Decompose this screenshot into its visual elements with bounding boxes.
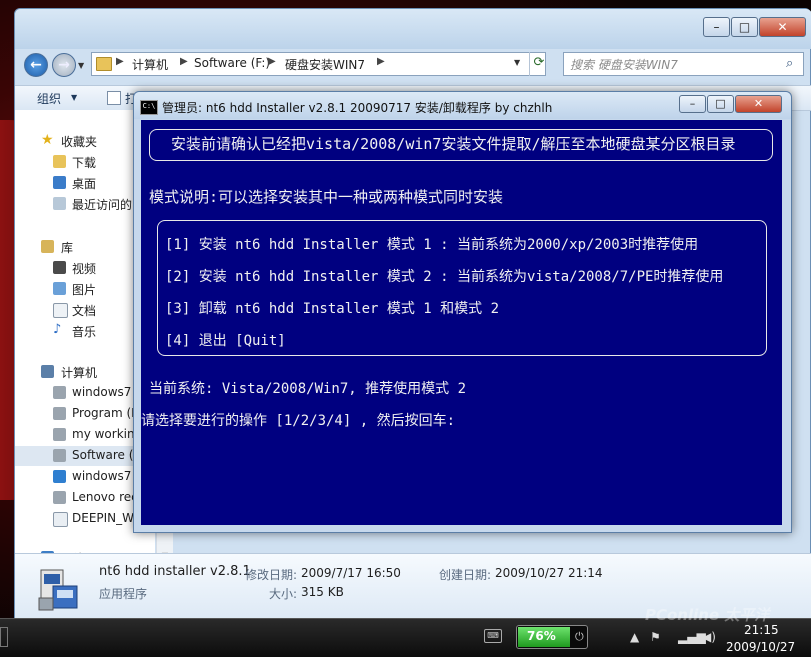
breadcrumb-folder[interactable]: 硬盘安装WIN7	[285, 56, 365, 73]
breadcrumb-computer[interactable]: 计算机	[132, 56, 168, 73]
recent-places-icon	[53, 197, 66, 210]
documents-icon	[53, 303, 68, 318]
flag-icon[interactable]: ⚑	[650, 630, 661, 644]
battery-indicator[interactable]: 76% ⏻	[516, 625, 588, 649]
console-title: 管理员: nt6 hdd Installer v2.8.1 20090717 安…	[162, 101, 553, 115]
desktop-icon	[53, 176, 66, 189]
search-icon[interactable]: ⌕	[786, 56, 800, 72]
libraries-icon	[41, 240, 54, 253]
maximize-button[interactable]: □	[731, 17, 758, 37]
power-plug-icon: ⏻	[575, 630, 584, 643]
drive-icon	[53, 407, 66, 420]
console-titlebar[interactable]: C:\ 管理员: nt6 hdd Installer v2.8.1 200907…	[134, 92, 791, 119]
size-value: 315 KB	[301, 585, 344, 599]
show-hidden-icons-icon[interactable]: ▲	[630, 630, 639, 644]
option-1: [1] 安装 nt6 hdd Installer 模式 1 : 当前系统为200…	[165, 237, 699, 253]
breadcrumb-drive[interactable]: Software (F:)	[194, 56, 270, 70]
back-button[interactable]: ←	[24, 53, 48, 77]
music-icon: ♪	[53, 322, 62, 337]
search-input[interactable]: 搜索 硬盘安装WIN7 ⌕	[563, 52, 804, 76]
history-dropdown-icon[interactable]: ▼	[78, 61, 84, 70]
star-icon: ★	[41, 132, 54, 148]
current-system: 当前系统: Vista/2008/Win7, 推荐使用模式 2	[149, 381, 467, 397]
volume-icon[interactable]: ◀)	[702, 630, 716, 644]
drive-icon	[53, 449, 66, 462]
downloads-folder-icon	[53, 155, 66, 168]
created-value: 2009/10/27 21:14	[495, 566, 603, 580]
mode-note: 模式说明:可以选择安装其中一种或两种模式同时安装	[149, 188, 504, 206]
address-bar[interactable]: ▶ 计算机 ▶ Software (F:) ▶ 硬盘安装WIN7 ▶ ▼ ⟳	[91, 52, 546, 76]
videos-icon	[53, 261, 66, 274]
breadcrumb-separator-icon[interactable]: ▶	[268, 56, 276, 67]
pictures-icon	[53, 282, 66, 295]
console-output[interactable]: 安装前请确认已经把vista/2008/win7安装文件提取/解压至本地硬盘某分…	[141, 120, 782, 525]
folder-icon	[96, 57, 112, 71]
breadcrumb-separator-icon[interactable]: ▶	[377, 56, 385, 67]
explorer-titlebar[interactable]: – □ ✕	[15, 9, 811, 49]
breadcrumb-separator-icon[interactable]: ▶	[116, 56, 124, 67]
dvd-drive-icon	[53, 512, 68, 527]
header-text: 安装前请确认已经把vista/2008/win7安装文件提取/解压至本地硬盘某分…	[171, 135, 736, 153]
input-prompt: 请选择要进行的操作 [1/2/3/4] , 然后按回车:	[141, 413, 456, 429]
file-type: 应用程序	[99, 587, 148, 601]
drive-icon	[53, 491, 66, 504]
watermark-logo: PConline 太平洋	[645, 606, 770, 624]
installer-app-icon	[38, 569, 78, 611]
search-placeholder: 搜索 硬盘安装WIN7	[570, 58, 678, 72]
forward-button[interactable]: →	[52, 53, 76, 77]
drive-icon	[53, 428, 66, 441]
windows-drive-icon	[53, 470, 66, 483]
modified-label: 修改日期:	[245, 568, 298, 582]
modified-value: 2009/7/17 16:50	[301, 566, 401, 580]
close-button[interactable]: ✕	[759, 17, 806, 37]
refresh-button[interactable]: ⟳	[529, 52, 548, 76]
minimize-button[interactable]: –	[703, 17, 730, 37]
console-minimize-button[interactable]: –	[679, 95, 706, 113]
created-label: 创建日期:	[439, 568, 492, 582]
keyboard-icon[interactable]: ⌨	[484, 629, 502, 643]
file-name: nt6 hdd installer v2.8.1	[99, 564, 251, 579]
console-maximize-button[interactable]: □	[707, 95, 734, 113]
battery-percent: 76%	[527, 629, 556, 643]
option-2: [2] 安装 nt6 hdd Installer 模式 2 : 当前系统为vis…	[165, 269, 724, 285]
open-icon[interactable]	[107, 91, 121, 105]
address-dropdown-icon[interactable]: ▼	[514, 58, 520, 67]
organize-dropdown-icon[interactable]: ▼	[71, 93, 77, 102]
drive-icon	[53, 386, 66, 399]
clock-date[interactable]: 2009/10/27	[726, 640, 795, 654]
option-3: [3] 卸载 nt6 hdd Installer 模式 1 和模式 2	[165, 301, 500, 317]
organize-menu[interactable]: 组织	[37, 90, 61, 107]
console-close-button[interactable]: ✕	[735, 95, 782, 113]
computer-icon	[41, 365, 54, 378]
taskbar-left-button[interactable]	[0, 627, 8, 647]
option-4: [4] 退出 [Quit]	[165, 333, 286, 349]
console-window: C:\ 管理员: nt6 hdd Installer v2.8.1 200907…	[133, 91, 792, 533]
breadcrumb-separator-icon[interactable]: ▶	[180, 56, 188, 67]
size-label: 大小:	[269, 587, 298, 601]
console-icon[interactable]: C:\	[140, 100, 158, 115]
clock-time[interactable]: 21:15	[744, 623, 779, 637]
